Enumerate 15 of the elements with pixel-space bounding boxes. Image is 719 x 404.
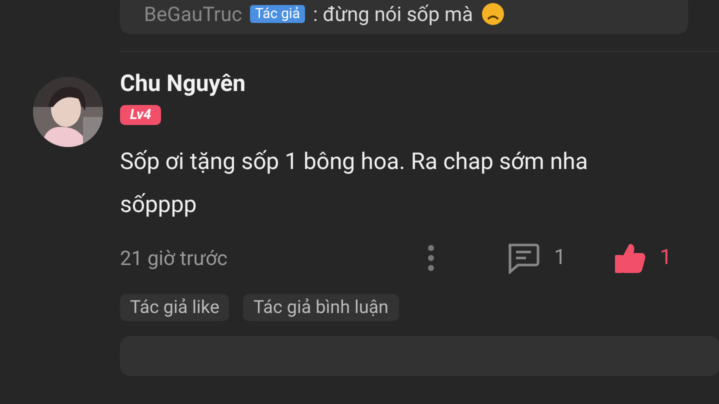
sad-face-icon — [480, 2, 505, 26]
more-icon[interactable] — [428, 245, 434, 271]
thumbs-up-icon[interactable] — [614, 242, 646, 274]
comment-text: Sốp ơi tặng sốp 1 bông hoa. Ra chap sớm nha sốpppp — [120, 147, 589, 220]
comment-icon[interactable] — [506, 242, 540, 274]
author-badge: Tác giả — [250, 5, 305, 23]
tag: Tác giả bình luận — [243, 294, 399, 321]
reply-count: 1 — [554, 246, 566, 270]
reply-author[interactable]: BeGauTruc — [144, 2, 242, 26]
level-badge: Lv4 — [120, 105, 162, 125]
like-count: 1 — [660, 246, 672, 270]
timestamp: 21 giờ trước — [120, 246, 229, 270]
tag: Tác giả like — [120, 294, 230, 321]
reply-text: : đừng nói sốp mà — [312, 2, 473, 26]
author-name[interactable]: Chu Nguyên — [120, 69, 719, 99]
